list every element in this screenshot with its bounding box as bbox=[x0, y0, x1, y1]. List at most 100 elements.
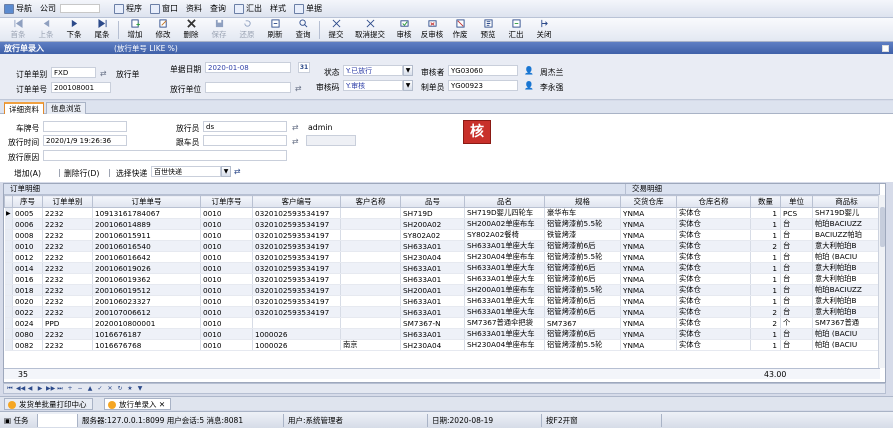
nav-next-icon[interactable]: ▶ bbox=[36, 385, 44, 393]
table-cell[interactable]: 0320102593534197 bbox=[252, 207, 341, 219]
maker-code-field[interactable]: YG00923 bbox=[448, 80, 518, 91]
table-cell[interactable]: 实体仓 bbox=[676, 328, 751, 340]
auditor-code-field[interactable]: YG03060 bbox=[448, 65, 518, 76]
col-order-seq[interactable]: 订单序号 bbox=[200, 195, 253, 208]
table-cell[interactable]: 南京 bbox=[340, 339, 401, 351]
table-cell[interactable]: 1 bbox=[750, 251, 781, 263]
table-cell[interactable]: 0320102593534197 bbox=[252, 262, 341, 274]
table-cell[interactable]: 0320102593534197 bbox=[252, 306, 341, 318]
table-cell[interactable]: 意大利帕珀B bbox=[812, 306, 881, 318]
table-row[interactable]: 0080 2232 1016676187 0010 1000026 SH633A01 SH6… bbox=[4, 328, 881, 340]
first-button[interactable]: 首条 bbox=[4, 19, 32, 41]
express-field[interactable]: 百世快递 bbox=[151, 166, 221, 177]
table-cell[interactable]: SH633A01单座大车 bbox=[464, 273, 545, 285]
table-cell[interactable]: 10913161784067 bbox=[92, 207, 201, 219]
table-cell[interactable]: 意大利帕珀B bbox=[812, 273, 881, 285]
table-cell[interactable]: 0020 bbox=[12, 295, 43, 307]
table-cell[interactable]: 1 bbox=[750, 328, 781, 340]
table-cell[interactable]: 铝管烤漆前5.5轮 bbox=[544, 339, 621, 351]
nav-add-icon[interactable]: + bbox=[66, 385, 74, 393]
table-cell[interactable]: 1 bbox=[750, 262, 781, 274]
table-cell[interactable]: SH230A04 bbox=[400, 339, 465, 351]
table-cell[interactable]: YNMA bbox=[620, 262, 677, 274]
table-cell[interactable]: 2 bbox=[750, 240, 781, 252]
tab-detail[interactable]: 详细资料 bbox=[4, 102, 44, 114]
restore-button[interactable]: 还原 bbox=[233, 19, 261, 41]
col-warehouse[interactable]: 交货仓库 bbox=[620, 195, 677, 208]
table-cell[interactable]: 台 bbox=[780, 328, 813, 340]
last-button[interactable]: 尾条 bbox=[88, 19, 116, 41]
table-cell[interactable]: 铝管烤漆前5.5轮 bbox=[544, 251, 621, 263]
table-cell[interactable]: 200106019362 bbox=[92, 273, 201, 285]
table-cell[interactable]: 200107006612 bbox=[92, 306, 201, 318]
table-cell[interactable]: 台 bbox=[780, 229, 813, 241]
table-cell[interactable]: 0010 bbox=[200, 295, 253, 307]
table-cell[interactable] bbox=[340, 240, 401, 252]
table-cell[interactable] bbox=[340, 284, 401, 296]
table-cell[interactable]: 1 bbox=[750, 339, 781, 351]
audit-code-field[interactable]: Y.审核 bbox=[343, 80, 403, 91]
table-cell[interactable] bbox=[340, 306, 401, 318]
table-cell[interactable]: 实体仓 bbox=[676, 207, 751, 219]
table-cell[interactable]: 200106016642 bbox=[92, 251, 201, 263]
nav-bookmark-icon[interactable]: ★ bbox=[126, 385, 134, 393]
nav-last-icon[interactable]: ⏭ bbox=[56, 385, 64, 393]
table-cell[interactable]: YNMA bbox=[620, 284, 677, 296]
table-cell[interactable] bbox=[340, 295, 401, 307]
table-cell[interactable]: 200106019026 bbox=[92, 262, 201, 274]
next-button[interactable]: 下条 bbox=[60, 19, 88, 41]
table-cell[interactable]: 2232 bbox=[42, 240, 93, 252]
table-cell[interactable]: SY802A02 bbox=[400, 229, 465, 241]
table-cell[interactable]: 铝管烤漆前5.5轮 bbox=[544, 284, 621, 296]
table-cell[interactable]: 0022 bbox=[12, 306, 43, 318]
table-cell[interactable]: 0010 bbox=[200, 317, 253, 329]
table-cell[interactable]: 台 bbox=[780, 295, 813, 307]
menu-query[interactable]: 查询 bbox=[210, 3, 226, 14]
table-cell[interactable]: 0320102593534197 bbox=[252, 240, 341, 252]
table-cell[interactable]: 0010 bbox=[200, 207, 253, 219]
table-cell[interactable]: YNMA bbox=[620, 317, 677, 329]
table-cell[interactable]: SM7367普通伞把袋 bbox=[464, 317, 545, 329]
table-cell[interactable]: 铝管烤漆前5.5轮 bbox=[544, 218, 621, 230]
table-cell[interactable]: 200106014889 bbox=[92, 218, 201, 230]
table-cell[interactable]: 铝管烤漆前6后 bbox=[544, 273, 621, 285]
nav-filter-icon[interactable]: ▼ bbox=[136, 385, 144, 393]
table-cell[interactable]: 0320102593534197 bbox=[252, 295, 341, 307]
order-no-field[interactable]: 200108001 bbox=[51, 82, 111, 93]
table-cell[interactable]: SM7367普通 bbox=[812, 317, 881, 329]
table-cell[interactable]: SH633A01 bbox=[400, 262, 465, 274]
table-cell[interactable]: 1 bbox=[750, 229, 781, 241]
table-cell[interactable]: YNMA bbox=[620, 240, 677, 252]
table-cell[interactable]: 台 bbox=[780, 273, 813, 285]
table-cell[interactable]: 1 bbox=[750, 207, 781, 219]
col-customer-no[interactable]: 客户编号 bbox=[252, 195, 341, 208]
table-cell[interactable]: YNMA bbox=[620, 251, 677, 263]
table-cell[interactable]: YNMA bbox=[620, 273, 677, 285]
table-cell[interactable]: 0010 bbox=[200, 218, 253, 230]
row-indicator[interactable] bbox=[4, 273, 13, 285]
table-cell[interactable]: 台 bbox=[780, 339, 813, 351]
table-cell[interactable]: YNMA bbox=[620, 229, 677, 241]
query-button[interactable]: 查询 bbox=[289, 19, 317, 41]
tab-browse[interactable]: 信息浏览 bbox=[46, 102, 86, 114]
table-cell[interactable]: 台 bbox=[780, 218, 813, 230]
col-order-no[interactable]: 订单单号 bbox=[92, 195, 201, 208]
edit-button[interactable]: 修改 bbox=[149, 19, 177, 41]
col-seq[interactable]: 序号 bbox=[12, 195, 43, 208]
express-refresh-icon[interactable]: ⇄ bbox=[234, 167, 241, 176]
table-cell[interactable]: SH200A01单座布车 bbox=[464, 284, 545, 296]
nav-edit-icon[interactable]: ▲ bbox=[86, 385, 94, 393]
add-row-button[interactable]: 增加(A) bbox=[14, 168, 41, 179]
table-cell[interactable] bbox=[340, 262, 401, 274]
table-cell[interactable]: 实体仓 bbox=[676, 218, 751, 230]
submit-button[interactable]: 提交 bbox=[322, 19, 350, 41]
table-cell[interactable]: SH633A01 bbox=[400, 295, 465, 307]
row-indicator[interactable] bbox=[4, 328, 13, 340]
table-row[interactable]: 0024 PPD 2020010800001 0010 SM7367-N SM7367普通… bbox=[4, 317, 881, 329]
table-cell[interactable] bbox=[340, 229, 401, 241]
table-cell[interactable]: 铝管烤漆前6后 bbox=[544, 328, 621, 340]
nav-refresh-icon[interactable]: ↻ bbox=[116, 385, 124, 393]
menu-style[interactable]: 样式 bbox=[270, 3, 286, 14]
row-indicator[interactable] bbox=[4, 251, 13, 263]
table-cell[interactable]: 0016 bbox=[12, 273, 43, 285]
